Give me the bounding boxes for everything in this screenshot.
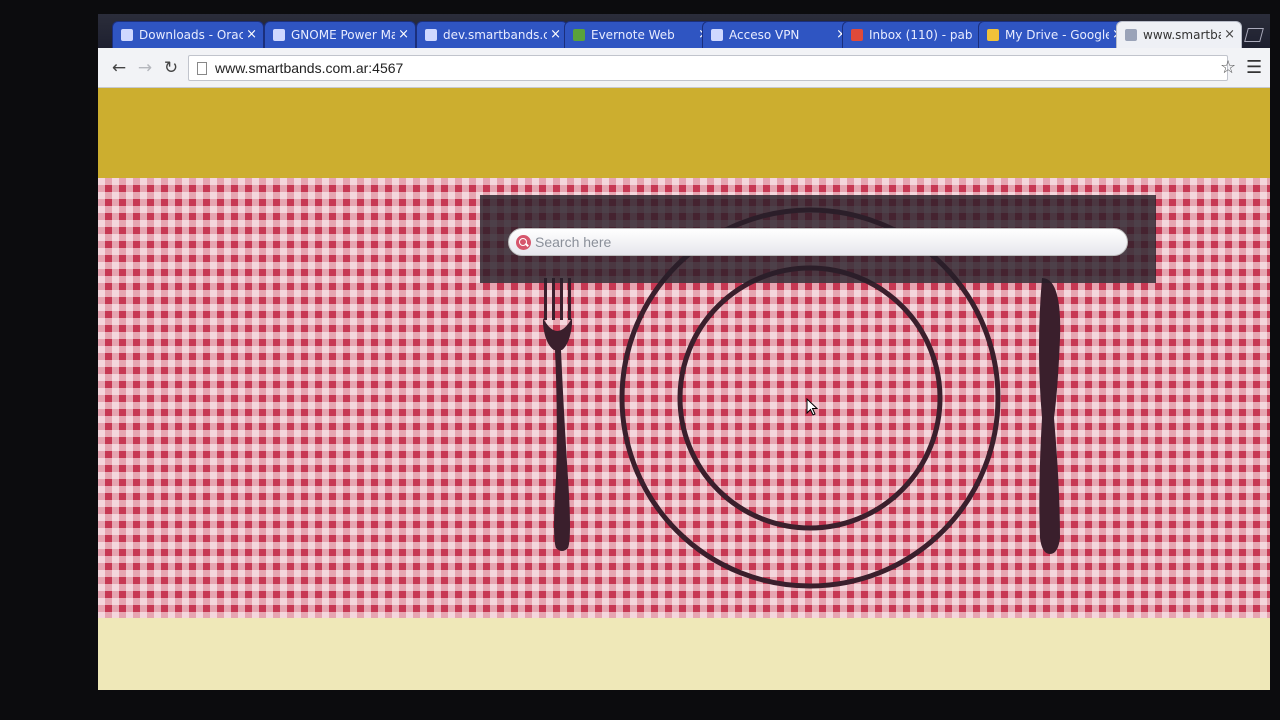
favicon-icon (121, 29, 133, 41)
close-tab-icon[interactable]: × (398, 22, 409, 48)
tab-title: Downloads - Oracle (139, 28, 243, 42)
tab-evernote-web[interactable]: Evernote Web × (564, 21, 716, 48)
tab-dev-smartbands[interactable]: dev.smartbands.com × (416, 21, 568, 48)
page-icon (197, 62, 207, 75)
address-bar[interactable]: www.smartbands.com.ar:4567 (188, 55, 1228, 81)
close-tab-icon[interactable]: × (550, 22, 561, 48)
tab-inbox[interactable]: Inbox (110) - pab × (842, 21, 994, 48)
hamburger-menu-icon[interactable]: ☰ (1246, 57, 1262, 78)
tab-title: Inbox (110) - pab (869, 28, 973, 42)
browser-toolbar: ← → ↻ www.smartbands.com.ar:4567 ☆ ☰ (98, 48, 1270, 88)
url-text[interactable]: www.smartbands.com.ar:4567 (215, 60, 403, 76)
tab-title: www.smartbands.com (1143, 28, 1221, 42)
search-input[interactable] (535, 232, 1115, 252)
tab-title: My Drive - Google (1005, 28, 1109, 42)
forward-arrow-icon[interactable]: → (134, 57, 156, 79)
tab-gnome-power-manager[interactable]: GNOME Power Manager × (264, 21, 416, 48)
search-icon (516, 235, 531, 250)
gmail-favicon-icon (851, 29, 863, 41)
evernote-favicon-icon (573, 29, 585, 41)
star-icon[interactable]: ☆ (1220, 57, 1236, 78)
footer-band (98, 618, 1270, 690)
web-page (98, 88, 1270, 690)
tab-title: Acceso VPN (729, 28, 800, 42)
close-tab-icon[interactable]: × (1224, 22, 1235, 48)
tab-downloads[interactable]: Downloads - Oracle × (112, 21, 264, 48)
mouse-cursor-icon (806, 398, 818, 416)
favicon-icon (711, 29, 723, 41)
reload-icon[interactable]: ↻ (160, 57, 182, 79)
new-tab-button[interactable] (1244, 28, 1264, 42)
favicon-icon (273, 29, 285, 41)
search-panel (480, 195, 1156, 283)
screen: Downloads - Oracle × GNOME Power Manager… (98, 14, 1270, 690)
tab-smartbands[interactable]: www.smartbands.com × (1116, 21, 1242, 48)
tab-title: Evernote Web (591, 28, 675, 42)
tab-acceso-vpn[interactable]: Acceso VPN × (702, 21, 854, 48)
drive-favicon-icon (987, 29, 999, 41)
favicon-icon (425, 29, 437, 41)
tab-title: dev.smartbands.com (443, 28, 547, 42)
close-tab-icon[interactable]: × (246, 22, 257, 48)
tab-strip: Downloads - Oracle × GNOME Power Manager… (98, 14, 1270, 48)
header-band (98, 88, 1270, 178)
back-arrow-icon[interactable]: ← (108, 57, 130, 79)
favicon-icon (1125, 29, 1137, 41)
tab-my-drive[interactable]: My Drive - Google × (978, 21, 1130, 48)
tab-title: GNOME Power Manager (291, 28, 395, 42)
search-box[interactable] (508, 228, 1128, 256)
